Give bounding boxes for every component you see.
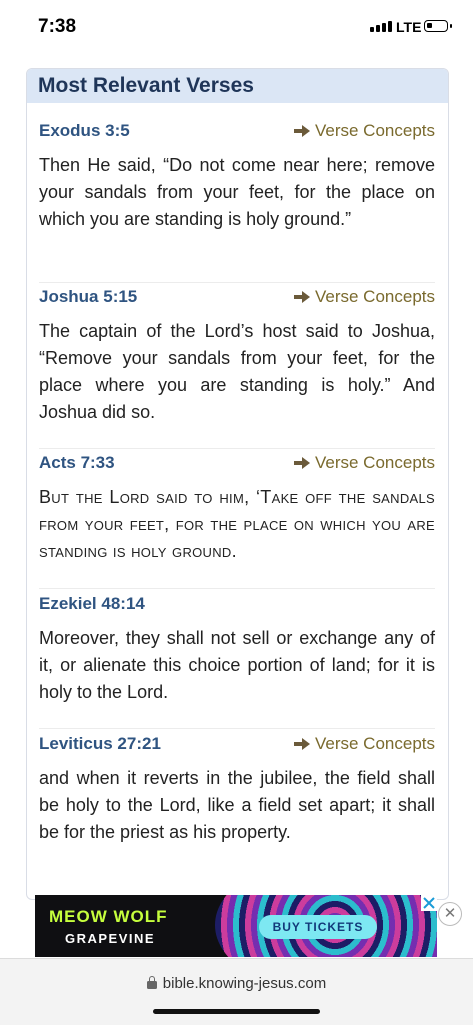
panel-title: Most Relevant Verses — [38, 74, 254, 97]
verse-text: Moreover, they shall not sell or exchang… — [39, 628, 435, 702]
verse-concepts-label: Verse Concepts — [314, 734, 435, 753]
arrow-right-icon — [293, 125, 310, 137]
verse-concepts-link[interactable]: Verse Concepts — [293, 287, 435, 307]
buy-tickets-button[interactable]: BUY TICKETS — [259, 915, 377, 939]
arrow-right-icon — [293, 291, 310, 303]
verse-concepts-link[interactable]: Verse Concepts — [293, 121, 435, 141]
panel-header: Most Relevant Verses — [27, 69, 448, 103]
signal-icon — [370, 21, 392, 32]
close-icon[interactable]: ✕ — [438, 902, 462, 926]
verse-reference-link[interactable]: Ezekiel 48:14 — [39, 594, 145, 614]
verse-concepts-label: Verse Concepts — [314, 287, 435, 306]
verse-reference-link[interactable]: Acts 7:33 — [39, 453, 115, 473]
lock-icon — [146, 976, 157, 989]
divider — [39, 588, 435, 589]
battery-icon — [424, 20, 452, 32]
status-bar: 7:38 LTE — [0, 0, 473, 60]
home-indicator — [153, 1009, 320, 1014]
verse-text: Then He said, “Do not come near here; re… — [39, 155, 435, 229]
verse-text: But the Lord said to him, ‘Take off the … — [39, 487, 435, 561]
verse-reference-link[interactable]: Leviticus 27:21 — [39, 734, 161, 754]
arrow-right-icon — [293, 738, 310, 750]
ad-brand-sub: GRAPEVINE — [65, 931, 156, 946]
ad-brand-logo: MEOW WOLF — [49, 907, 168, 926]
verse-text: The captain of the Lord’s host said to J… — [39, 321, 435, 422]
ad-banner[interactable]: MEOW WOLF GRAPEVINE BUY TICKETS — [35, 895, 437, 957]
network-label: LTE — [396, 19, 422, 35]
verse-reference-link[interactable]: Joshua 5:15 — [39, 287, 137, 307]
verse-concepts-label: Verse Concepts — [314, 453, 435, 472]
verse-concepts-link[interactable]: Verse Concepts — [293, 734, 435, 754]
verse-concepts-link[interactable]: Verse Concepts — [293, 453, 435, 473]
verse-text: and when it reverts in the jubilee, the … — [39, 768, 435, 842]
divider — [39, 728, 435, 729]
url-display[interactable]: bible.knowing-jesus.com — [0, 975, 473, 992]
verse-concepts-label: Verse Concepts — [314, 121, 435, 140]
verses-panel: Most Relevant Verses Exodus 3:5 Verse Co… — [26, 68, 449, 900]
divider — [39, 282, 435, 283]
divider — [39, 448, 435, 449]
arrow-right-icon — [293, 457, 310, 469]
clock: 7:38 — [38, 16, 77, 37]
verse-reference-link[interactable]: Exodus 3:5 — [39, 121, 130, 141]
url-text: bible.knowing-jesus.com — [162, 975, 327, 992]
ad-info-icon[interactable] — [421, 895, 437, 911]
browser-address-bar[interactable]: bible.knowing-jesus.com — [0, 958, 473, 1025]
